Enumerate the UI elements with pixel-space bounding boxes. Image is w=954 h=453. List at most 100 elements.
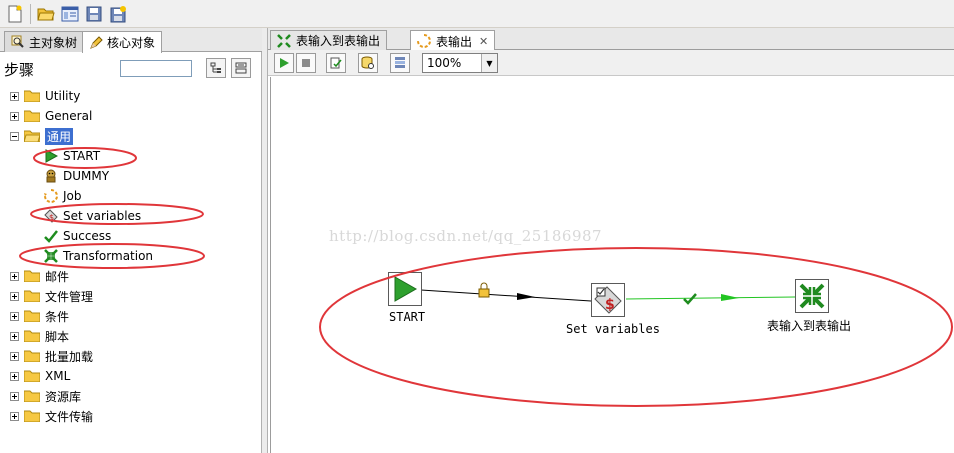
tree-expand-icon	[210, 62, 221, 73]
collapse-all-button[interactable]	[231, 58, 251, 78]
expand-all-button[interactable]	[206, 58, 226, 78]
tab-core-objects[interactable]: 核心对象	[82, 31, 163, 53]
open-folder-icon	[24, 130, 40, 142]
job-icon	[44, 189, 58, 203]
tab-label: 表输入到表输出	[296, 34, 381, 48]
tree-item-label: 脚本	[45, 329, 70, 344]
set-variables-icon: $	[594, 286, 622, 314]
tree-item-transformation[interactable]: Transformation	[44, 247, 153, 265]
node-set-variables-label: Set variables	[566, 322, 660, 336]
expand-icon[interactable]	[10, 351, 19, 361]
tree-item-label: 批量加载	[45, 349, 94, 364]
play-icon	[280, 58, 289, 68]
svg-text:$: $	[605, 297, 615, 313]
tree-item-label: 文件管理	[45, 289, 94, 304]
tree-item-mail[interactable]: 邮件	[10, 267, 69, 285]
tree-item-label: DUMMY	[63, 169, 110, 183]
node-start[interactable]	[388, 272, 422, 306]
tree-item-label: Set variables	[63, 209, 142, 223]
tree-item-label: Job	[63, 189, 82, 203]
tree-item-utility[interactable]: Utility	[10, 87, 80, 105]
folder-icon	[24, 410, 40, 422]
tree-item-scripting[interactable]: 脚本	[10, 327, 69, 345]
collapse-icon[interactable]	[10, 131, 19, 141]
folder-icon	[24, 270, 40, 282]
tree-item-set-variables[interactable]: $ Set variables	[44, 207, 141, 225]
tree-item-general-cn[interactable]: 通用	[10, 127, 74, 145]
chevron-down-icon[interactable]: ▼	[481, 54, 497, 72]
tree-item-xml[interactable]: XML	[10, 367, 70, 385]
zoom-select[interactable]: 100% ▼	[422, 53, 498, 73]
tree-item-conditions[interactable]: 条件	[10, 307, 69, 325]
tab-table-input-to-output[interactable]: 表输入到表输出	[270, 30, 388, 50]
close-tab-icon[interactable]: ✕	[479, 35, 488, 48]
folder-icon	[24, 110, 40, 122]
tree-item-label: XML	[45, 369, 71, 383]
save-icon[interactable]	[83, 3, 105, 25]
tree-item-label: 通用	[45, 127, 74, 145]
tab-label: 表输出	[436, 34, 473, 49]
steps-label: 步骤	[4, 61, 35, 79]
folder-icon	[24, 330, 40, 342]
expand-icon[interactable]	[10, 271, 19, 281]
expand-icon[interactable]	[10, 111, 19, 121]
hop-set-variables-to-transformation[interactable]	[625, 296, 796, 300]
transformation-icon	[277, 33, 291, 48]
save-as-icon[interactable]	[107, 3, 129, 25]
tree-item-dummy[interactable]: DUMMY	[44, 167, 109, 185]
new-file-icon[interactable]	[4, 3, 26, 25]
sql-button[interactable]	[358, 53, 378, 73]
stop-button[interactable]	[296, 53, 316, 73]
node-table-input-to-output-label: 表输入到表输出	[767, 319, 852, 333]
tree-item-repository[interactable]: 资源库	[10, 387, 81, 405]
expand-icon[interactable]	[10, 371, 19, 381]
start-arrow-icon	[394, 276, 418, 302]
tab-table-output[interactable]: 表输出 ✕	[410, 30, 496, 51]
tab-main-object-tree[interactable]: 主对象树	[4, 31, 85, 52]
stop-icon	[302, 59, 310, 67]
zoom-value: 100%	[427, 56, 462, 70]
tree-item-job[interactable]: Job	[44, 187, 82, 205]
expand-icon[interactable]	[10, 331, 19, 341]
steps-search-input[interactable]	[120, 60, 192, 77]
folder-icon	[24, 310, 40, 322]
tree-item-label: 资源库	[45, 389, 82, 404]
job-icon	[417, 34, 431, 48]
check-button[interactable]	[326, 53, 346, 73]
tree-item-bulk-loading[interactable]: 批量加载	[10, 347, 93, 365]
node-table-input-to-output[interactable]	[795, 279, 829, 313]
tree-item-success[interactable]: Success	[44, 227, 111, 245]
tree-item-label: Utility	[45, 89, 81, 103]
node-set-variables[interactable]: $	[591, 283, 625, 317]
tree-item-label: Success	[63, 229, 112, 243]
folder-icon	[24, 370, 40, 382]
expand-icon[interactable]	[10, 391, 19, 401]
hop-arrow-icon	[721, 294, 739, 301]
tab-core-objects-label: 核心对象	[107, 36, 156, 50]
expand-icon[interactable]	[10, 411, 19, 421]
panel-splitter[interactable]	[262, 28, 268, 453]
database-icon	[361, 56, 374, 69]
folder-icon	[24, 390, 40, 402]
tree-item-label: 条件	[45, 309, 70, 324]
expand-icon[interactable]	[10, 291, 19, 301]
folder-icon	[24, 290, 40, 302]
tree-item-start[interactable]: START	[44, 147, 100, 165]
open-folder-icon[interactable]	[35, 3, 57, 25]
editor-tabs: 表输入到表输出 表输出 ✕	[268, 28, 954, 51]
run-button[interactable]	[274, 53, 294, 73]
explore-repository-icon[interactable]	[59, 3, 81, 25]
tree-item-file-management[interactable]: 文件管理	[10, 287, 93, 305]
tab-main-object-tree-label: 主对象树	[29, 35, 78, 50]
job-canvas[interactable]: http://blog.csdn.net/qq_25186987 START $…	[270, 77, 954, 453]
tree-item-file-transfer[interactable]: 文件传输	[10, 407, 93, 425]
set-variables-icon: $	[44, 209, 58, 223]
tree-item-general[interactable]: General	[10, 107, 92, 125]
expand-icon[interactable]	[10, 311, 19, 321]
layout-button[interactable]	[390, 53, 410, 73]
hop-start-to-set-variables[interactable]	[420, 289, 592, 302]
tree-item-label: General	[45, 109, 93, 123]
success-check-icon	[44, 230, 58, 243]
left-panel: 主对象树 核心对象 步骤 Utility General 通用 START DU…	[0, 28, 262, 453]
expand-icon[interactable]	[10, 91, 19, 101]
